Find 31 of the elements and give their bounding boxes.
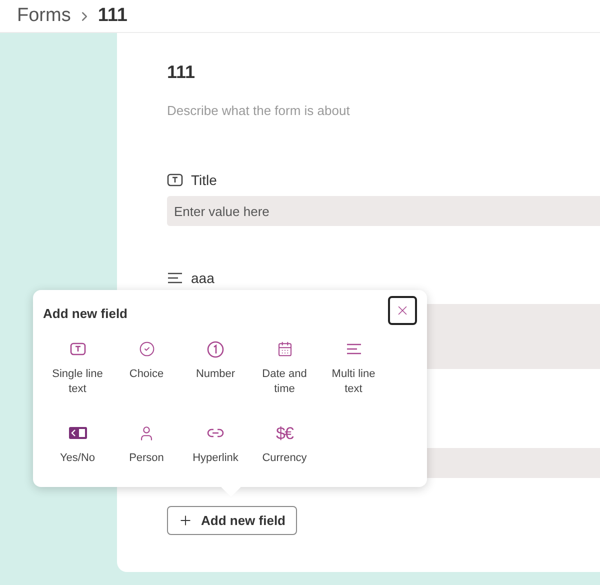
person-icon <box>138 424 155 442</box>
link-icon <box>207 428 224 438</box>
close-button[interactable] <box>388 296 417 325</box>
popup-title: Add new field <box>43 304 128 323</box>
lines-icon <box>346 343 362 355</box>
field-type-option[interactable]: Person <box>112 419 181 489</box>
field-label: Title <box>191 172 217 188</box>
text-box-icon <box>70 342 86 356</box>
lines-icon <box>167 272 183 284</box>
form-title: 111 <box>167 61 196 84</box>
description-field[interactable]: Describe what the form is about <box>167 100 467 120</box>
field-type-option[interactable]: Date and time <box>250 335 319 405</box>
add-field-button[interactable]: Add new field <box>167 506 296 535</box>
check-circle-icon <box>138 341 154 357</box>
field-type-option[interactable]: Number <box>181 335 250 405</box>
plus-icon <box>178 513 193 528</box>
input-field[interactable]: Enter value here <box>167 196 600 226</box>
field-type-option[interactable]: Single line text <box>43 335 112 405</box>
field-type-option[interactable]: Choice <box>112 335 181 405</box>
currency-icon: $€ <box>276 424 293 442</box>
numbered-circle-icon <box>207 340 224 358</box>
breadcrumb-link[interactable]: Forms <box>17 2 71 30</box>
field-type-option[interactable]: $€ Currency <box>250 419 319 489</box>
field-type-option[interactable]: Yes/No <box>43 419 112 489</box>
breadcrumb-current: 111 <box>98 4 128 28</box>
text-box-icon <box>167 173 183 187</box>
calendar-icon <box>276 341 292 357</box>
field-type-option[interactable]: Multi line text <box>319 335 388 405</box>
field-label: aaa <box>191 270 214 286</box>
toggle-icon <box>68 426 86 440</box>
field-type-option[interactable]: Hyperlink <box>181 419 250 489</box>
